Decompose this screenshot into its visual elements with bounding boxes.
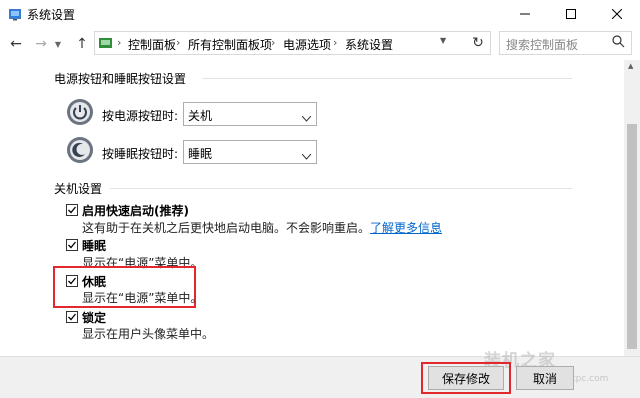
checkmark-icon [68,313,77,321]
section-divider [110,188,572,189]
chevron-down-icon [301,149,312,163]
fast-startup-title: 启用快速启动(推荐) [82,204,189,218]
chevron-down-icon [301,111,312,125]
search-placeholder: 搜索控制面板 [506,38,579,52]
sleep-button-icon [66,136,94,167]
address-bar[interactable]: › 控制面板 › 所有控制面板项 › 电源选项 › 系统设置 ▼ [94,31,491,55]
fast-startup-description: 这有助于在关机之后更快地启动电脑。不会影响重启。了解更多信息 [82,219,442,236]
window-title: 系统设置 [27,8,76,22]
breadcrumb-item[interactable]: 系统设置 [345,36,393,53]
refresh-icon: ↻ [472,35,484,51]
power-section-title: 电源按钮和睡眠按钮设置 [54,72,187,86]
hibernate-title: 休眠 [82,275,107,289]
hibernate-checkbox[interactable] [66,275,78,287]
section-divider [202,78,572,79]
control-panel-icon [98,35,114,54]
cancel-button[interactable]: 取消 [516,366,574,390]
learn-more-link[interactable]: 了解更多信息 [370,221,442,235]
scrollbar-thumb[interactable] [627,124,637,349]
power-button-value: 关机 [188,109,213,123]
forward-arrow-icon: → [35,36,47,52]
breadcrumb-item[interactable]: 控制面板 [128,36,176,53]
back-arrow-icon: ← [10,36,22,52]
checkmark-icon [68,277,77,285]
sleep-button-label: 按睡眠按钮时: [102,147,179,161]
title-bar: 系统设置 [0,0,640,28]
chevron-down-icon: ▼ [54,39,62,49]
up-button[interactable]: ↑ [72,34,92,54]
checkmark-icon [68,206,77,214]
power-button-icon [66,98,94,129]
lock-title: 锁定 [82,311,107,325]
sleep-checkbox[interactable] [66,239,78,251]
fast-startup-checkbox[interactable] [66,204,78,216]
breadcrumb-item[interactable]: 所有控制面板项 [188,36,272,53]
breadcrumb-item[interactable]: 电源选项 [283,36,331,53]
sleep-button-select[interactable]: 睡眠 [183,140,317,164]
forward-button[interactable]: → [31,34,51,54]
lock-description: 显示在用户头像菜单中。 [82,327,215,341]
close-button[interactable] [594,0,640,28]
control-panel-icon [8,7,22,21]
hibernate-description: 显示在“电源”菜单中。 [82,291,203,305]
minimize-button[interactable] [502,0,548,28]
checkmark-icon [68,241,77,249]
save-button[interactable]: 保存修改 [428,366,504,390]
back-button[interactable]: ← [6,34,26,54]
power-button-select[interactable]: 关机 [183,102,317,126]
breadcrumb-separator: › [333,36,338,49]
chevron-down-icon[interactable]: ▼ [440,36,446,45]
search-input[interactable]: 搜索控制面板 [499,31,632,55]
fast-startup-desc-text: 这有助于在关机之后更快地启动电脑。不会影响重启。 [82,221,371,235]
maximize-button[interactable] [548,0,594,28]
breadcrumb-separator: › [176,36,181,49]
refresh-button[interactable]: ↻ [466,31,490,55]
scroll-up-icon[interactable]: ▲ [628,62,633,70]
breadcrumb-separator: › [117,36,122,49]
shutdown-section-title: 关机设置 [54,182,103,196]
up-arrow-icon: ↑ [76,36,88,52]
power-button-label: 按电源按钮时: [102,109,179,123]
breadcrumb-separator: › [271,36,276,49]
search-icon[interactable] [612,35,625,51]
sleep-button-value: 睡眠 [188,147,213,161]
lock-checkbox[interactable] [66,311,78,323]
sleep-title: 睡眠 [82,239,107,253]
recent-locations-button[interactable]: ▼ [51,34,65,54]
